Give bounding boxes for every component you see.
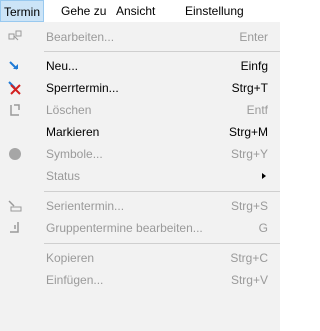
- menu-item-shortcut: Enter: [239, 30, 268, 44]
- menubar-item-label: Ansicht: [116, 4, 156, 18]
- menu-item-markieren[interactable]: Markieren Strg+M: [0, 121, 280, 143]
- menu-item-kopieren[interactable]: Kopieren Strg+C: [0, 247, 280, 269]
- menubar-item-termin[interactable]: Termin: [0, 0, 45, 22]
- menu-separator: [44, 51, 280, 52]
- block-appointment-icon: [8, 81, 22, 95]
- menu-item-label: Sperrtermin...: [46, 81, 119, 95]
- menu-item-einfuegen[interactable]: Einfügen... Strg+V: [0, 269, 280, 291]
- menu-item-shortcut: Strg+T: [231, 81, 268, 95]
- menubar-item-label: Gehe zu: [61, 4, 107, 18]
- menu-item-status[interactable]: Status: [0, 165, 280, 187]
- menu-item-label: Neu...: [46, 59, 79, 73]
- termin-dropdown-menu: Bearbeiten... Enter Neu... Einfg Sperrte…: [0, 22, 280, 331]
- series-appointment-icon: [8, 199, 22, 213]
- menu-item-label: Serientermin...: [46, 199, 125, 213]
- menu-item-shortcut: Strg+V: [230, 273, 268, 287]
- menu-item-sperrtermin[interactable]: Sperrtermin... Strg+T: [0, 77, 280, 99]
- menu-item-label: Einfügen...: [46, 273, 104, 287]
- menu-item-serientermin[interactable]: Serientermin... Strg+S: [0, 195, 280, 217]
- menu-item-label: Bearbeiten...: [46, 30, 115, 44]
- menubar-item-gehe-zu[interactable]: Gehe zu: [58, 0, 109, 22]
- menu-item-label: Gruppentermine bearbeiten...: [46, 221, 203, 235]
- menu-item-shortcut: Strg+Y: [230, 147, 268, 161]
- menubar-item-label: Einstellung: [185, 4, 244, 18]
- menubar-item-ansicht[interactable]: Ansicht: [113, 0, 158, 22]
- menu-item-bearbeiten[interactable]: Bearbeiten... Enter: [0, 26, 280, 48]
- menubar-item-label: Termin: [4, 5, 41, 19]
- menu-item-gruppentermine-bearbeiten[interactable]: Gruppentermine bearbeiten... G: [0, 217, 280, 239]
- menu-item-shortcut: Entf: [246, 103, 268, 117]
- submenu-arrow-icon: [262, 173, 266, 179]
- menu-item-loeschen[interactable]: Löschen Entf: [0, 99, 280, 121]
- menu-item-symbole[interactable]: Symbole... Strg+Y: [0, 143, 280, 165]
- menu-separator: [44, 243, 280, 244]
- menu-item-neu[interactable]: Neu... Einfg: [0, 55, 280, 77]
- symbol-circle-icon: [8, 147, 22, 161]
- menu-item-label: Status: [46, 169, 81, 183]
- menu-item-label: Löschen: [46, 103, 92, 117]
- menu-item-label: Markieren: [46, 125, 100, 139]
- menu-item-label: Kopieren: [46, 251, 95, 265]
- menu-bar: Termin Gehe zu Ansicht Einstellung: [0, 0, 280, 23]
- new-appointment-icon: [8, 59, 22, 73]
- menubar-item-einstellung[interactable]: Einstellung: [182, 0, 247, 22]
- menu-item-label: Symbole...: [46, 147, 103, 161]
- edit-appointment-icon: [8, 30, 22, 44]
- menu-item-shortcut: Strg+M: [228, 125, 268, 139]
- menu-item-shortcut: Einfg: [240, 59, 268, 73]
- group-appointment-icon: [8, 221, 22, 235]
- delete-icon: [8, 103, 22, 117]
- menu-item-shortcut: Strg+C: [230, 251, 268, 265]
- menu-item-shortcut: Strg+S: [230, 199, 268, 213]
- menu-item-shortcut: G: [258, 221, 268, 235]
- menu-separator: [44, 191, 280, 192]
